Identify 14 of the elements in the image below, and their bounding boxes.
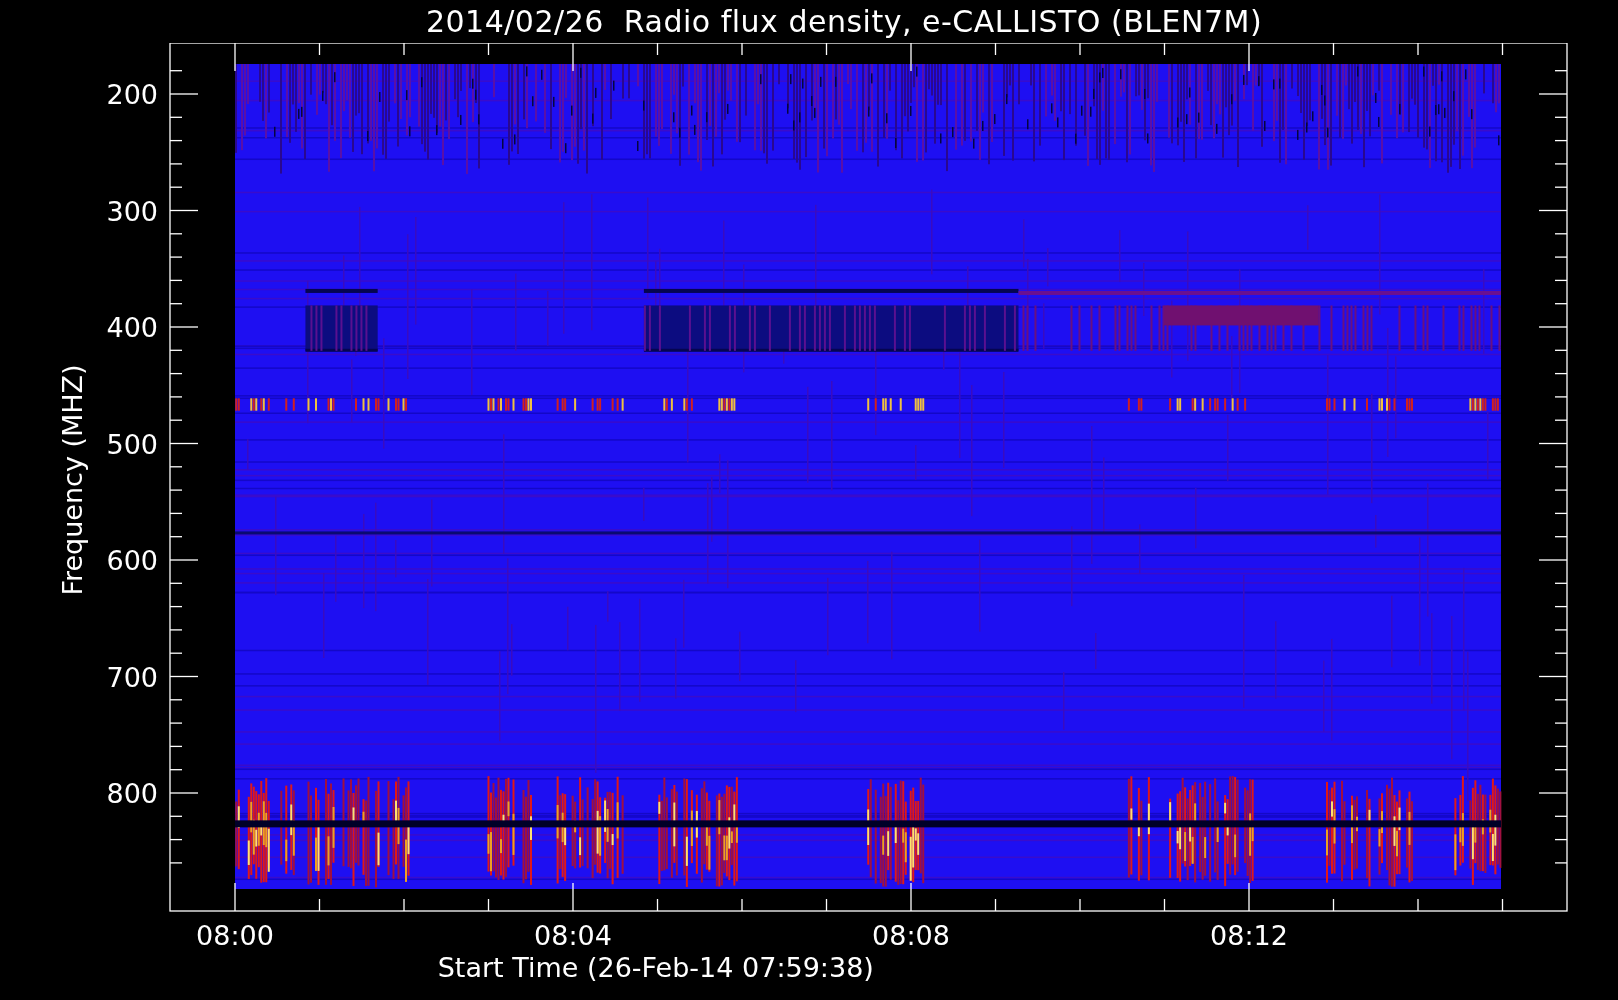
x-axis-label: Start Time (26-Feb-14 07:59:38) [437, 952, 874, 983]
y-tick-label: 200 [106, 79, 158, 110]
y-tick-label: 300 [106, 195, 158, 227]
x-tick-label: 08:04 [534, 920, 612, 951]
x-tick-label: 08:12 [1210, 920, 1288, 951]
y-tick-label: 600 [106, 545, 158, 576]
x-tick-label: 08:08 [872, 920, 950, 951]
y-tick-label: 700 [106, 661, 158, 693]
y-tick-label: 800 [106, 778, 158, 809]
y-tick-label: 500 [106, 428, 158, 460]
chart-title: 2014/02/26 Radio flux density, e-CALLISTO (BLEN7M) [425, 4, 1263, 39]
x-tick-label: 08:00 [196, 920, 274, 951]
y-axis-label: Frequency (MHZ) [57, 364, 88, 596]
y-tick-label: 400 [106, 312, 158, 343]
